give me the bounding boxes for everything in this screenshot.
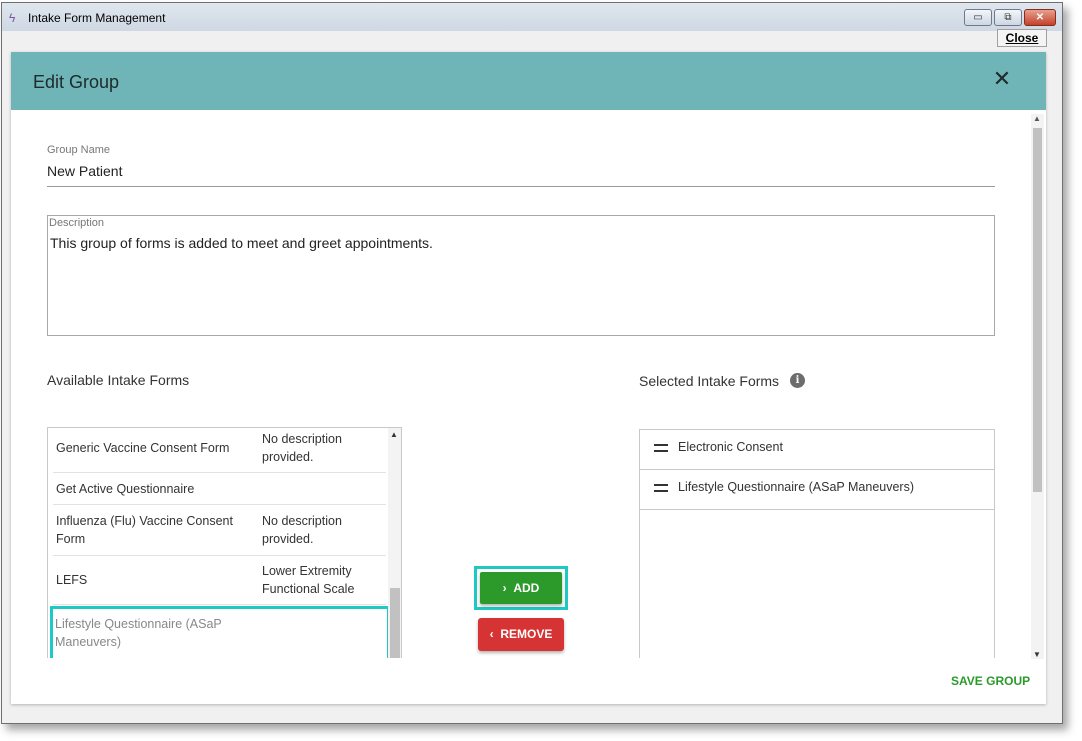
selected-form-name: Lifestyle Questionnaire (ASaP Maneuvers) [678,480,914,494]
title-bar: ϟ Intake Form Management ▭ ⧉ ✕ [2,3,1062,31]
restore-button[interactable]: ⧉ [994,9,1022,26]
close-button[interactable]: Close [997,29,1047,47]
selected-forms-list: Electronic Consent Lifestyle Questionnai… [639,429,995,658]
chevron-right-icon: › [502,581,507,595]
group-name-input[interactable]: New Patient [47,163,995,187]
list-item[interactable]: LEFS Lower Extremity Functional Scale [53,556,386,605]
list-item[interactable]: Get Active Questionnaire [53,473,386,505]
available-forms-label: Available Intake Forms [47,372,190,388]
scroll-thumb[interactable] [390,588,400,658]
selected-form-name: Electronic Consent [678,440,783,454]
window-title: Intake Form Management [28,11,166,25]
form-name: Lifestyle Questionnaire (ASaP Maneuvers) [55,617,222,649]
remove-button[interactable]: ‹ REMOVE [478,618,564,651]
form-description: Lower Extremity Functional Scale [262,564,355,596]
form-name: Get Active Questionnaire [56,482,195,496]
form-name: Generic Vaccine Consent Form [56,441,230,455]
close-icon[interactable]: ✕ [992,68,1012,90]
scroll-thumb[interactable] [1033,128,1042,492]
window-controls: ▭ ⧉ ✕ [964,9,1056,26]
description-field[interactable]: Description This group of forms is added… [47,215,995,336]
form-description: No description provided. [262,514,342,546]
form-name: Influenza (Flu) Vaccine Consent Form [56,514,233,546]
available-forms-list: Generic Vaccine Consent Form No descript… [47,427,402,658]
list-item-selected[interactable]: Lifestyle Questionnaire (ASaP Maneuvers) [50,606,390,658]
list-item[interactable]: Lifestyle Questionnaire (ASaP Maneuvers) [640,470,994,510]
selected-forms-label: Selected Intake Forms [639,373,780,389]
add-button[interactable]: › ADD [480,572,562,604]
list-item[interactable]: Electronic Consent [640,430,994,470]
window-close-button[interactable]: ✕ [1024,9,1056,26]
scroll-up-icon[interactable]: ▲ [390,430,398,439]
dialog-title: Edit Group [33,72,120,92]
app-logo-icon: ϟ [9,11,16,25]
available-list-scrollbar[interactable]: ▲ [388,428,401,658]
form-name: LEFS [56,573,88,587]
add-button-label: ADD [513,581,540,595]
save-group-button[interactable]: SAVE GROUP [951,674,1030,688]
scroll-down-icon[interactable]: ▼ [1033,650,1041,659]
dialog-header: Edit Group ✕ [11,52,1046,110]
form-description: No description provided. [262,432,342,464]
add-button-highlight: › ADD [474,566,568,610]
group-name-label: Group Name [47,144,110,156]
drag-handle-icon[interactable] [654,444,668,452]
dialog-scrollbar[interactable]: ▲ ▼ [1031,114,1044,659]
minimize-button[interactable]: ▭ [964,9,992,26]
edit-group-dialog: Edit Group ✕ Group Name New Patient Desc… [11,52,1046,704]
app-window: ϟ Intake Form Management ▭ ⧉ ✕ Close Edi… [1,2,1063,724]
remove-button-label: REMOVE [500,627,553,641]
info-icon[interactable]: i [790,373,805,388]
description-label: Description [49,217,105,229]
chevron-left-icon: ‹ [489,627,494,641]
description-text: This group of forms is added to meet and… [50,235,433,251]
list-item[interactable]: Influenza (Flu) Vaccine Consent Form No … [53,505,386,556]
drag-handle-icon[interactable] [654,484,668,492]
scroll-up-icon[interactable]: ▲ [1033,114,1041,123]
list-item[interactable]: Generic Vaccine Consent Form No descript… [53,428,386,473]
